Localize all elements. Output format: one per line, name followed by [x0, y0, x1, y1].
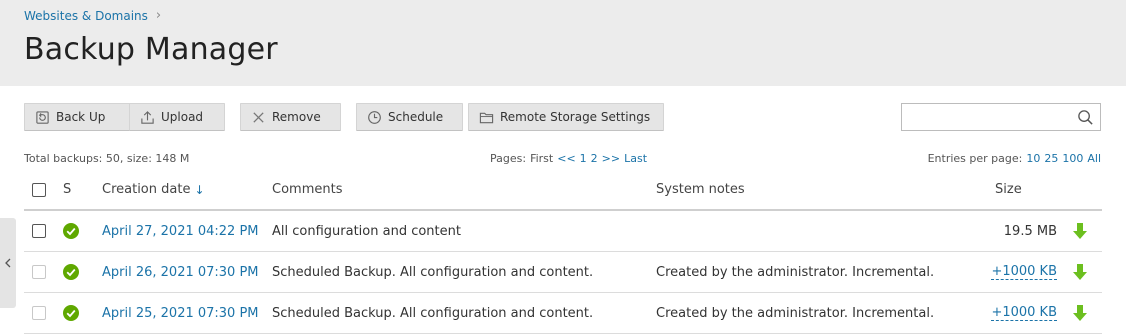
remove-button[interactable]: Remove [240, 103, 341, 131]
folder-icon [478, 109, 494, 125]
upload-label: Upload [161, 110, 204, 124]
pager-next-link[interactable]: >> [602, 152, 620, 165]
select-all-cell [32, 170, 46, 209]
download-arrow-icon[interactable] [1072, 304, 1088, 322]
size-cell: 19.5 MB [1004, 211, 1057, 251]
row-checkbox-cell [32, 211, 46, 251]
backup-icon [34, 109, 50, 125]
creation-date-cell: April 25, 2021 07:30 PM [102, 293, 259, 333]
back-up-button[interactable]: Back Up [24, 103, 130, 131]
comment-cell: Scheduled Backup. All configuration and … [272, 264, 594, 280]
download-arrow-icon[interactable] [1072, 263, 1088, 281]
size-link[interactable]: +1000 KB [991, 305, 1057, 321]
select-all-checkbox[interactable] [32, 182, 46, 197]
status-ok-icon [63, 305, 79, 321]
creation-date-cell: April 27, 2021 04:22 PM [102, 211, 259, 251]
download-cell [1072, 252, 1088, 292]
status-cell [63, 252, 79, 292]
upload-icon [139, 109, 155, 125]
pager-first: First [530, 152, 554, 165]
backups-summary: Total backups: 50, size: 148 M [24, 152, 190, 165]
per-page-100-link[interactable]: 100 [1062, 152, 1083, 165]
column-header-system-notes[interactable]: System notes [656, 170, 745, 209]
pager-page-1-link[interactable]: 1 [580, 152, 587, 165]
remote-storage-settings-button[interactable]: Remote Storage Settings [468, 103, 664, 131]
remote-storage-settings-label: Remote Storage Settings [500, 110, 651, 124]
column-header-size[interactable]: Size [995, 170, 1022, 209]
download-arrow-icon[interactable] [1072, 222, 1088, 240]
entries-per-page: Entries per page: 10 25 100 All [928, 152, 1101, 165]
sidebar-collapse-toggle[interactable] [0, 218, 16, 308]
pager-last-link[interactable]: Last [624, 152, 647, 165]
column-header-status[interactable]: S [63, 170, 71, 209]
per-page-all-link[interactable]: All [1087, 152, 1101, 165]
upload-button[interactable]: Upload [129, 103, 225, 131]
per-page-10-link[interactable]: 10 [1026, 152, 1040, 165]
pager-prev-link[interactable]: << [557, 152, 575, 165]
comment-cell: All configuration and content [272, 223, 461, 239]
status-cell [63, 293, 79, 333]
status-ok-icon [63, 264, 79, 280]
status-cell [63, 211, 79, 251]
creation-date-cell: April 26, 2021 07:30 PM [102, 252, 259, 292]
table-row: April 26, 2021 07:30 PM Scheduled Backup… [24, 252, 1102, 293]
size-cell: +1000 KB [991, 252, 1057, 292]
creation-date-link[interactable]: April 26, 2021 07:30 PM [102, 265, 259, 280]
system-notes-cell: Created by the administrator. Incrementa… [656, 264, 935, 280]
pager-page-2-link[interactable]: 2 [591, 152, 598, 165]
table-header-row: S Creation date ↓ Comments System notes … [24, 170, 1102, 211]
size-link[interactable]: +1000 KB [991, 264, 1057, 280]
column-header-creation-date[interactable]: Creation date ↓ [102, 170, 205, 209]
download-cell [1072, 293, 1088, 333]
schedule-label: Schedule [388, 110, 444, 124]
sort-descending-icon: ↓ [194, 182, 205, 197]
creation-date-link[interactable]: April 27, 2021 04:22 PM [102, 224, 259, 239]
comment-cell: Scheduled Backup. All configuration and … [272, 305, 594, 321]
pagination: Pages: First << 1 2 >> Last [490, 152, 647, 165]
creation-date-header-label: Creation date [102, 182, 191, 197]
chevron-left-icon [5, 258, 11, 268]
schedule-button[interactable]: Schedule [356, 103, 463, 131]
search-box [901, 103, 1101, 131]
table-row: April 27, 2021 04:22 PM All configuratio… [24, 211, 1102, 252]
search-icon[interactable] [1077, 109, 1094, 126]
clock-icon [366, 109, 382, 125]
row-checkbox [32, 306, 46, 320]
row-checkbox[interactable] [32, 224, 46, 238]
system-notes-cell: Created by the administrator. Incrementa… [656, 305, 935, 321]
size-cell: +1000 KB [991, 293, 1057, 333]
status-ok-icon [63, 223, 79, 239]
back-up-label: Back Up [56, 110, 106, 124]
search-input[interactable] [902, 104, 1072, 130]
page-header: Websites & Domains › Backup Manager [0, 0, 1126, 86]
size-value: 19.5 MB [1003, 223, 1057, 239]
breadcrumb-item-websites-domains[interactable]: Websites & Domains [24, 9, 148, 23]
row-checkbox [32, 265, 46, 279]
breadcrumb: Websites & Domains › [24, 8, 161, 23]
table-row: April 25, 2021 07:30 PM Scheduled Backup… [24, 293, 1102, 334]
pages-label: Pages: [490, 152, 527, 165]
download-cell [1072, 211, 1088, 251]
remove-x-icon [250, 109, 266, 125]
row-checkbox-cell [32, 293, 46, 333]
column-header-comments[interactable]: Comments [272, 170, 342, 209]
remove-label: Remove [272, 110, 321, 124]
page-title: Backup Manager [24, 32, 278, 67]
entries-per-page-label: Entries per page: [927, 152, 1023, 165]
creation-date-link[interactable]: April 25, 2021 07:30 PM [102, 306, 259, 321]
per-page-25-link[interactable]: 25 [1044, 152, 1058, 165]
row-checkbox-cell [32, 252, 46, 292]
breadcrumb-chevron-icon: › [155, 8, 162, 23]
